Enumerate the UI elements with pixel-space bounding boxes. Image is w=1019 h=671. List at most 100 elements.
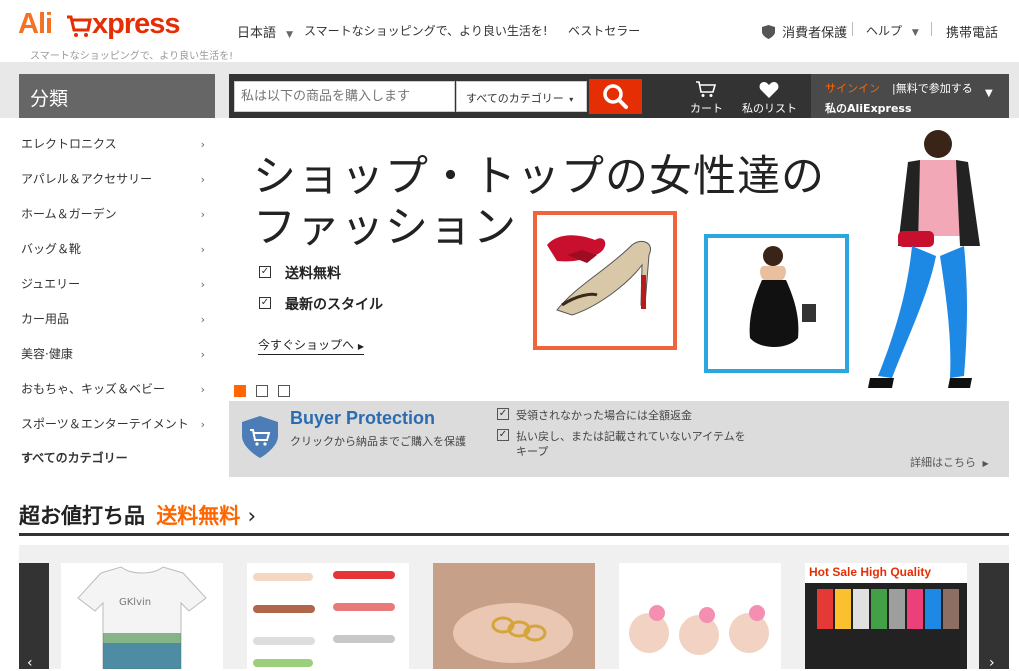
wishlist-label: 私のリスト xyxy=(742,102,797,115)
deal-product-tshirt[interactable]: GKlvin xyxy=(61,563,223,669)
chevron-right-icon: › xyxy=(200,208,205,221)
cart-label: カート xyxy=(690,102,723,115)
slide-dot-2[interactable] xyxy=(256,385,268,397)
product-frame-shoe[interactable] xyxy=(533,211,677,350)
language-selector[interactable]: 日本語 ▼ xyxy=(237,22,293,41)
deals-title-label: 超お値打ち品 xyxy=(19,504,145,528)
deal-product-ring[interactable] xyxy=(433,563,595,669)
product-frame-dress[interactable] xyxy=(704,234,849,373)
chevron-right-icon: › xyxy=(200,173,205,186)
protection-point-refund: 受領されなかった場合には全額返金 xyxy=(516,409,692,422)
cart-icon xyxy=(696,81,717,97)
cart-logo-icon xyxy=(67,15,92,37)
category-item[interactable]: ジュエリー › xyxy=(19,267,215,302)
cart-button[interactable]: カート xyxy=(683,78,733,116)
category-item[interactable]: ホーム＆ガーデン › xyxy=(19,197,215,232)
checkbox-icon: ✓ xyxy=(259,266,271,278)
banner-feature-free-shipping: 送料無料 xyxy=(285,266,341,282)
logo-express-text: xpress xyxy=(92,8,181,40)
logo-ali-text: Ali xyxy=(18,8,53,40)
register-label: 無料で参加する xyxy=(895,82,973,95)
ring-image xyxy=(453,603,573,663)
search-input[interactable] xyxy=(234,81,455,112)
protection-point-keep: 払い戻し、または記載されていないアイテムを xyxy=(516,430,746,443)
protection-shield-icon xyxy=(242,416,278,458)
svg-text:GKlvin: GKlvin xyxy=(119,597,151,608)
shop-now-link[interactable]: 今すぐショップへ ▶ xyxy=(258,336,364,355)
category-item[interactable]: カー用品 › xyxy=(19,302,215,337)
model-figure xyxy=(868,130,980,388)
chevron-right-icon: › xyxy=(200,348,205,361)
register-link[interactable]: |無料で参加する xyxy=(892,80,973,96)
category-label: エレクトロニクス xyxy=(21,137,117,151)
divider xyxy=(852,22,853,36)
consumer-protection-label: 消費者保護 xyxy=(782,26,848,41)
signin-link[interactable]: サインイン xyxy=(825,80,880,96)
buyer-protection-subtitle: クリックから納品までご購入を保護 xyxy=(290,435,466,448)
protection-point-keep-cont: キープ xyxy=(516,445,549,458)
model-image xyxy=(868,126,1009,392)
shield-icon xyxy=(762,25,775,39)
underwear-box-image xyxy=(805,583,967,669)
search-icon xyxy=(603,84,628,109)
buyer-protection-title: Buyer Protection xyxy=(290,408,436,428)
checkbox-icon: ✓ xyxy=(497,408,509,420)
deals-section-title[interactable]: 超お値打ち品 送料無料 › xyxy=(19,500,256,530)
category-item[interactable]: スポーツ＆エンターテイメント › xyxy=(19,407,215,442)
category-label: アパレル＆アクセサリー xyxy=(21,172,153,186)
banner-title-line2: ファッション xyxy=(253,203,517,253)
chevron-down-icon: ▼ xyxy=(286,30,294,40)
help-menu[interactable]: ヘルプ ▼ xyxy=(866,22,919,39)
carousel-prev-button[interactable]: ‹ xyxy=(19,563,49,671)
carousel-next-button[interactable]: › xyxy=(979,563,1009,671)
tshirt-image: GKlvin xyxy=(77,566,207,669)
banner-feature-latest-style: 最新のスタイル xyxy=(285,297,383,313)
search-button[interactable] xyxy=(589,79,642,114)
category-label: おもちゃ、キッズ＆ベビー xyxy=(21,382,166,396)
buyer-protection-details-link[interactable]: 詳細はこちら ▶ xyxy=(910,454,989,470)
mobile-link[interactable]: 携帯電話 xyxy=(946,22,998,41)
caret-right-icon: ▶ xyxy=(357,342,364,351)
shop-now-label: 今すぐショップへ xyxy=(258,338,355,352)
aliexpress-logo[interactable]: Ali xpress xyxy=(18,8,198,48)
chevron-right-icon: › xyxy=(200,243,205,256)
chevron-right-icon: › xyxy=(200,138,205,151)
dress-image xyxy=(749,246,816,347)
category-item[interactable]: アパレル＆アクセサリー › xyxy=(19,162,215,197)
checkbox-icon: ✓ xyxy=(497,429,509,441)
chevron-down-icon: ▼ xyxy=(985,88,993,99)
wishlist-button[interactable]: 私のリスト xyxy=(738,78,806,116)
chevron-down-icon: ▼ xyxy=(911,28,919,38)
deal-product-underwear-box[interactable]: Hot Sale High Quality xyxy=(805,563,967,669)
deal-product-belts[interactable] xyxy=(247,563,409,669)
category-label: カー用品 xyxy=(21,312,70,326)
help-label: ヘルプ xyxy=(866,24,903,38)
search-category-label: すべてのカテゴリー xyxy=(466,92,564,105)
bestseller-link[interactable]: ベストセラー xyxy=(568,22,640,39)
chevron-right-icon: › xyxy=(247,504,257,528)
all-categories-link[interactable]: すべてのカテゴリー xyxy=(19,441,215,476)
belts-image xyxy=(253,571,395,667)
search-category-select[interactable]: すべてのカテゴリー ▾ xyxy=(456,81,587,112)
deals-divider xyxy=(19,533,1009,536)
deal-product-baby-headbands[interactable] xyxy=(619,563,781,669)
checkbox-icon: ✓ xyxy=(259,297,271,309)
details-label: 詳細はこちら xyxy=(910,456,976,469)
slide-dot-1[interactable] xyxy=(234,385,246,397)
category-item[interactable]: バッグ＆靴 › xyxy=(19,232,215,267)
shoe-image xyxy=(547,235,651,316)
category-item[interactable]: エレクトロニクス › xyxy=(19,127,215,162)
category-label: ホーム＆ガーデン xyxy=(21,207,117,221)
baby-headbands-image xyxy=(629,605,769,655)
category-item[interactable]: おもちゃ、キッズ＆ベビー › xyxy=(19,372,215,407)
slide-dot-3[interactable] xyxy=(278,385,290,397)
consumer-protection-link[interactable]: 消費者保護 xyxy=(762,22,847,41)
my-account-link[interactable]: 私のAliExpress xyxy=(825,100,912,116)
header-slogan: スマートなショッピングで、より良い生活を! xyxy=(304,24,548,38)
account-panel[interactable]: サインイン |無料で参加する 私のAliExpress ▼ xyxy=(811,74,1009,118)
logo-tagline: スマートなショッピングで、より良い生活を! xyxy=(30,51,234,62)
caret-right-icon: ▶ xyxy=(982,459,989,468)
deals-free-shipping-label: 送料無料 xyxy=(156,504,241,528)
category-label: スポーツ＆エンターテイメント xyxy=(21,417,189,431)
category-item[interactable]: 美容·健康 › xyxy=(19,337,215,372)
